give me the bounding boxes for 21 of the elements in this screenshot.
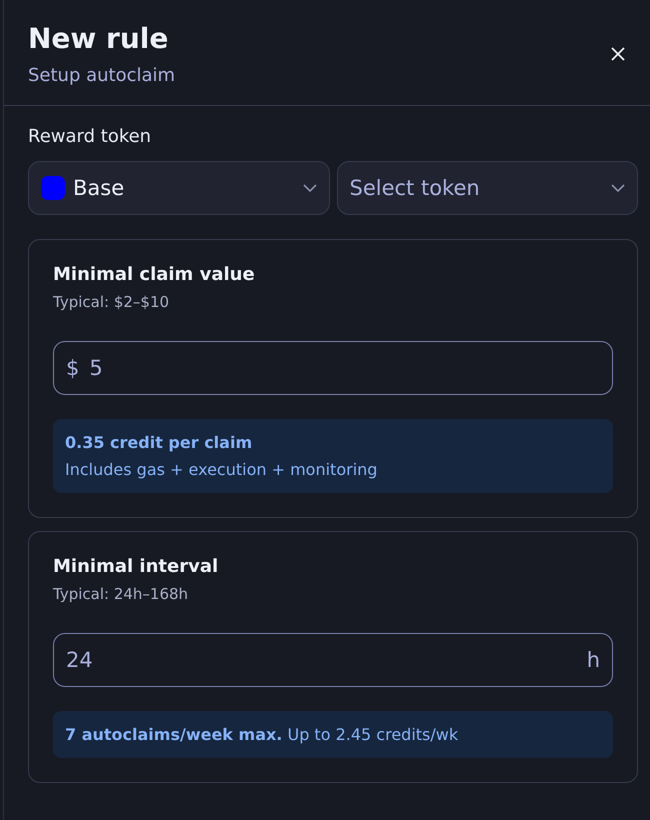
input-value[interactable]: 24 <box>66 648 577 672</box>
token-select[interactable]: Select token <box>336 161 638 215</box>
chevron-down-icon <box>302 184 316 192</box>
dialog-subtitle: Setup autoclaim <box>28 65 176 86</box>
card-hint: Typical: 24h–168h <box>53 585 190 603</box>
card-title: Minimal interval <box>53 556 220 577</box>
input-prefix: $ <box>66 356 80 380</box>
input-field[interactable]: $ 5 <box>53 341 613 395</box>
note-title: 0.35 credit per claim <box>65 433 254 452</box>
field-label: Reward token <box>28 126 152 147</box>
input-value[interactable]: 5 <box>89 356 600 380</box>
chain-select[interactable]: Base <box>28 161 330 215</box>
dialog-title: New rule <box>28 22 170 55</box>
card-title: Minimal claim value <box>53 264 256 285</box>
input-suffix: h <box>586 648 600 672</box>
close-button[interactable] <box>610 46 626 62</box>
chevron-down-icon <box>611 184 625 192</box>
note-text: 7 autoclaims/week max. Up to 2.45 credits/wk <box>65 725 460 744</box>
note-text: Includes gas + execution + monitoring <box>65 460 378 479</box>
input-field[interactable]: 24 h <box>53 633 613 687</box>
card-hint: Typical: $2–$10 <box>53 293 170 311</box>
